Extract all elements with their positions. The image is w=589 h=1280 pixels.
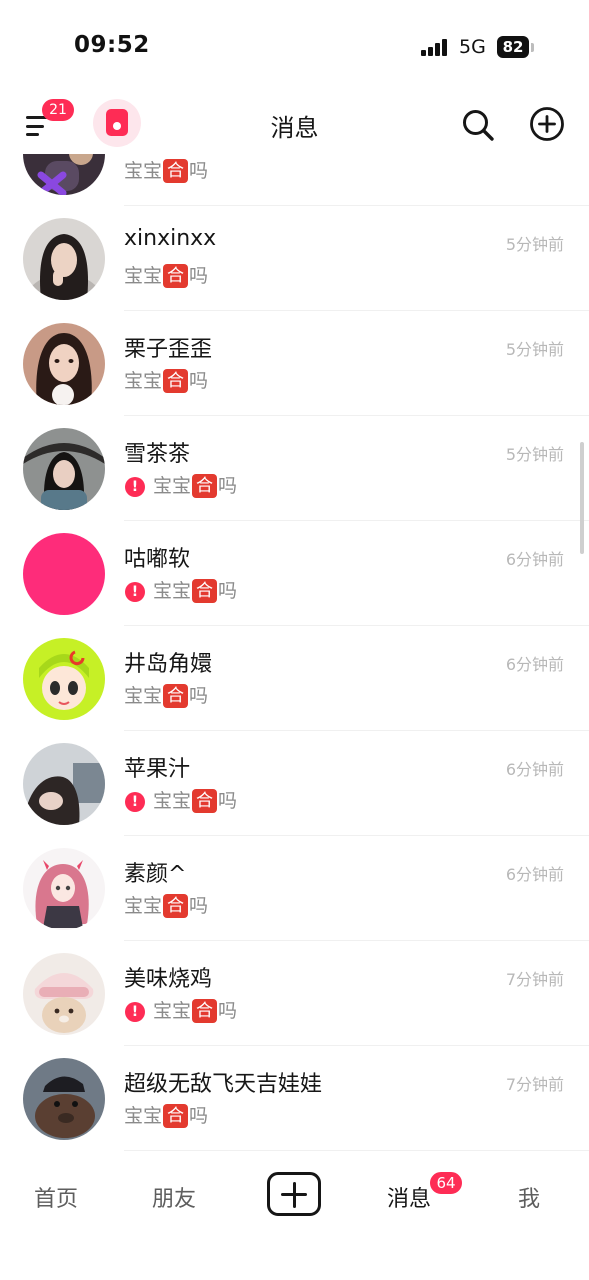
message-row-partial[interactable]: 宝宝合吗	[0, 154, 589, 206]
send-failed-icon[interactable]: !	[125, 792, 145, 812]
status-bar: 09:52 5G 82	[0, 0, 589, 96]
battery-icon: 82	[497, 36, 529, 58]
contact-name: 素颜^	[124, 862, 187, 887]
message-preview: 宝宝合吗	[153, 474, 238, 498]
search-icon[interactable]	[461, 108, 495, 142]
message-preview: 宝宝合吗	[124, 894, 209, 918]
contact-name: 咕嘟软	[124, 547, 191, 572]
message-preview: 宝宝合吗	[124, 369, 209, 393]
message-preview: 宝宝合吗	[124, 264, 209, 288]
contact-name: 超级无敌飞天吉娃娃	[124, 1072, 323, 1097]
avatar	[23, 428, 105, 510]
contact-name: 雪茶茶	[124, 442, 191, 467]
message-list[interactable]: 宝宝合吗 xinxinxx 5分钟前 宝宝合吗 栗子歪歪 5分钟前 宝宝合吗 雪…	[0, 154, 589, 1154]
message-preview: 宝宝合吗	[153, 579, 238, 603]
top-nav: 21 消息	[0, 96, 589, 154]
network-type: 5G	[459, 36, 486, 58]
message-row[interactable]: 苹果汁 6分钟前 ! 宝宝合吗	[0, 731, 589, 836]
message-preview: 宝宝合吗	[153, 789, 238, 813]
send-failed-icon[interactable]: !	[125, 477, 145, 497]
contact-name: xinxinxx	[124, 226, 217, 251]
status-time: 09:52	[74, 32, 150, 58]
message-preview: 宝宝合吗	[153, 999, 238, 1023]
tab-messages[interactable]: 消息	[387, 1181, 431, 1213]
contact-name: 苹果汁	[124, 757, 191, 782]
avatar	[23, 743, 105, 825]
contact-name: 栗子歪歪	[124, 337, 213, 362]
message-time: 5分钟前	[505, 235, 564, 254]
tab-home[interactable]: 首页	[34, 1181, 78, 1213]
battery-tip	[531, 43, 534, 52]
message-preview: 宝宝合吗	[124, 159, 209, 183]
message-row[interactable]: 栗子歪歪 5分钟前 宝宝合吗	[0, 311, 589, 416]
message-time: 6分钟前	[505, 550, 564, 569]
message-row[interactable]: 美味烧鸡 7分钟前 ! 宝宝合吗	[0, 941, 589, 1046]
avatar	[23, 1058, 105, 1140]
divider	[124, 1150, 589, 1151]
message-time: 6分钟前	[505, 760, 564, 779]
avatar	[23, 323, 105, 405]
scrollbar[interactable]	[580, 442, 584, 554]
avatar	[23, 154, 105, 195]
message-row[interactable]: xinxinxx 5分钟前 宝宝合吗	[0, 206, 589, 311]
message-row[interactable]: 咕嘟软 6分钟前 ! 宝宝合吗	[0, 521, 589, 626]
message-row[interactable]: 雪茶茶 5分钟前 ! 宝宝合吗	[0, 416, 589, 521]
send-failed-icon[interactable]: !	[125, 1002, 145, 1022]
message-time: 5分钟前	[505, 340, 564, 359]
contact-name: 井岛角嬛	[124, 652, 213, 677]
avatar	[23, 533, 105, 615]
message-row[interactable]: 井岛角嬛 6分钟前 宝宝合吗	[0, 626, 589, 731]
message-time: 5分钟前	[505, 445, 564, 464]
message-preview: 宝宝合吗	[124, 684, 209, 708]
add-circle-icon[interactable]	[529, 106, 565, 142]
create-post-icon[interactable]	[267, 1172, 321, 1216]
message-time: 6分钟前	[505, 865, 564, 884]
contact-name: 美味烧鸡	[124, 967, 213, 992]
tab-me[interactable]: 我	[518, 1181, 540, 1213]
message-preview: 宝宝合吗	[124, 1104, 209, 1128]
message-time: 7分钟前	[505, 970, 564, 989]
messages-badge: 64	[428, 1170, 464, 1196]
page-title: 消息	[270, 114, 319, 142]
signal-icon	[421, 38, 451, 56]
send-failed-icon[interactable]: !	[125, 582, 145, 602]
avatar	[23, 848, 105, 930]
message-time: 6分钟前	[505, 655, 564, 674]
bottom-tab-bar: 首页 朋友 消息 64 我	[0, 1154, 589, 1280]
avatar	[23, 638, 105, 720]
message-time: 7分钟前	[505, 1075, 564, 1094]
avatar	[23, 953, 105, 1035]
avatar	[23, 218, 105, 300]
message-row[interactable]: 超级无敌飞天吉娃娃 7分钟前 宝宝合吗	[0, 1046, 589, 1151]
tab-friends[interactable]: 朋友	[152, 1181, 196, 1213]
message-row[interactable]: 素颜^ 6分钟前 宝宝合吗	[0, 836, 589, 941]
